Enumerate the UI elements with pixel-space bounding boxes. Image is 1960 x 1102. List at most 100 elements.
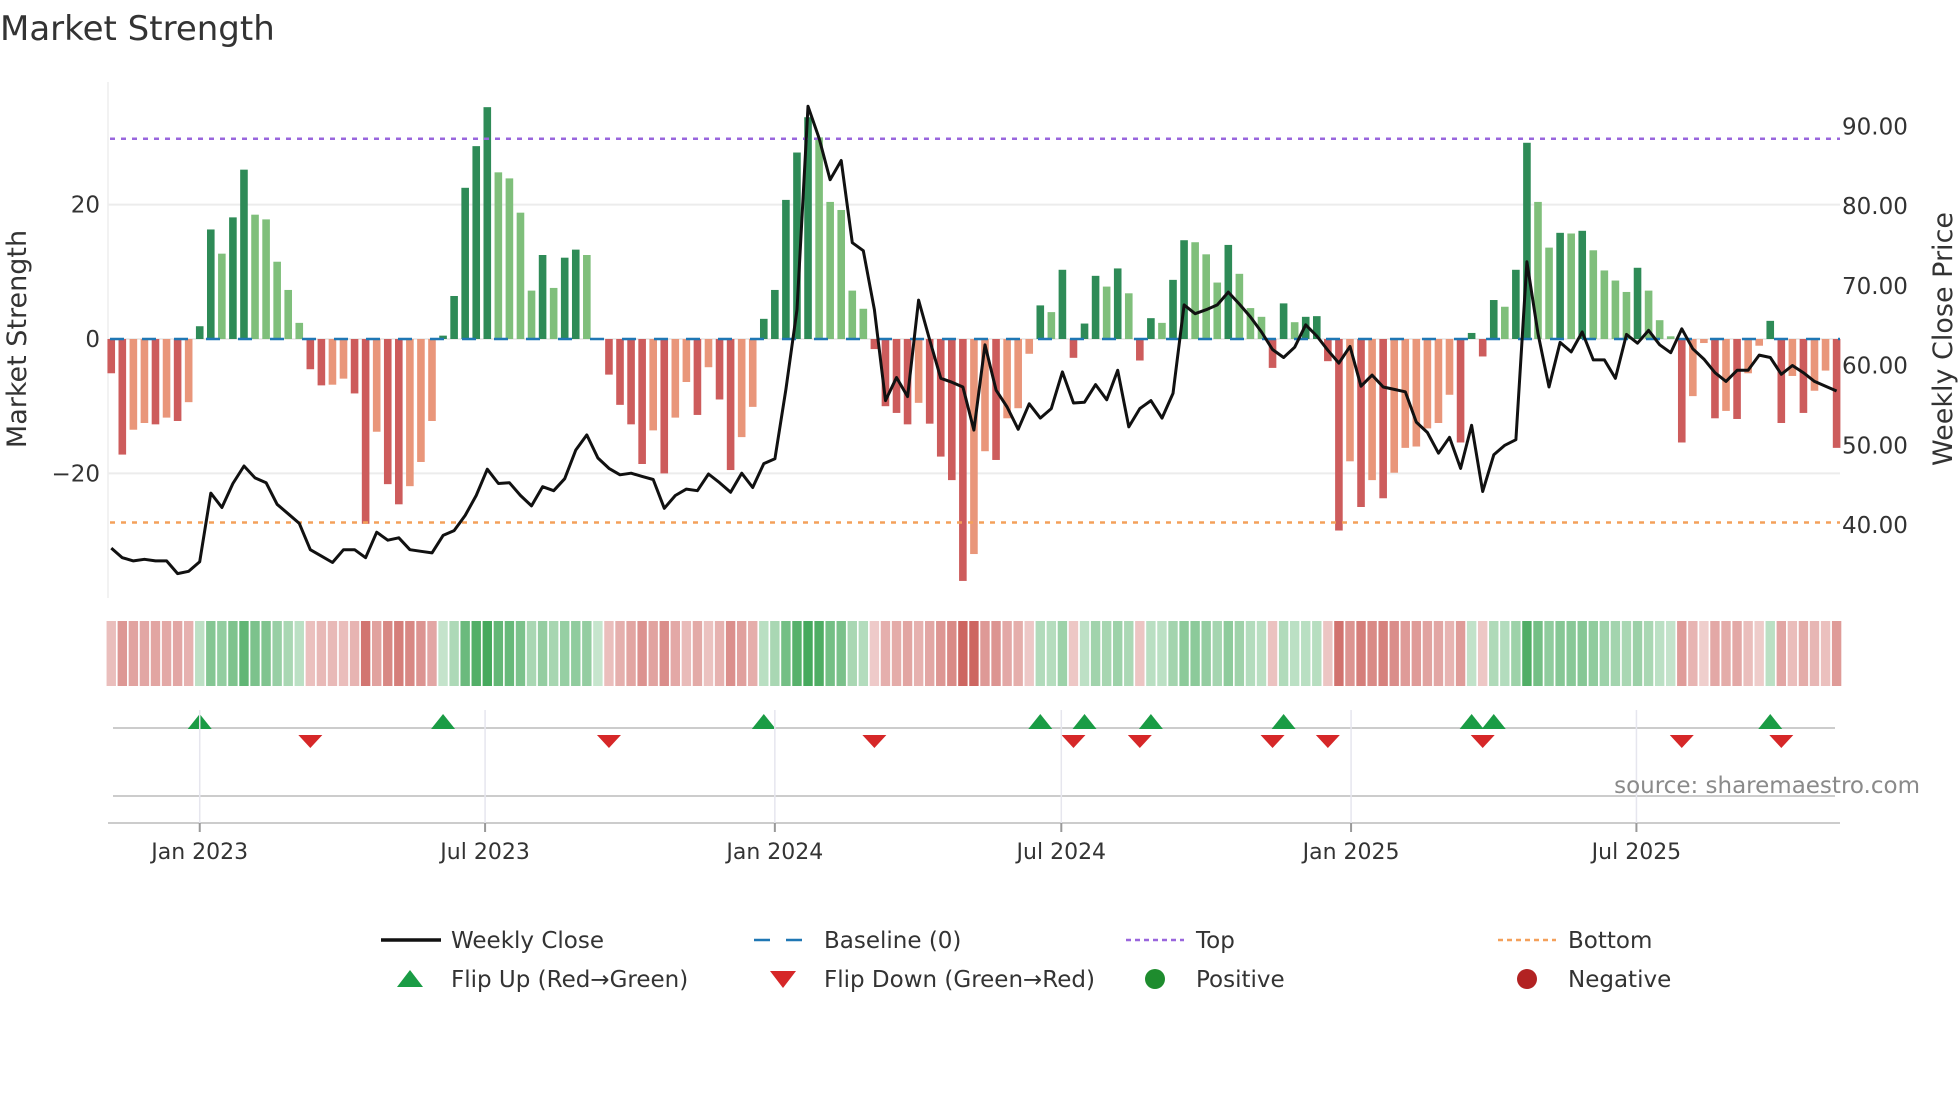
strip-cell [471, 621, 481, 686]
strip-cell [1378, 621, 1388, 686]
strength-bar [1766, 320, 1775, 339]
strength-bar [1711, 339, 1719, 419]
strength-bar [1556, 232, 1564, 339]
strength-bar [1733, 339, 1741, 419]
strip-cell [582, 621, 592, 686]
strip-cell [416, 621, 426, 686]
strength-bar [1124, 293, 1133, 339]
strip-cell [239, 621, 249, 686]
strip-cell [980, 621, 990, 686]
strength-bar [1158, 322, 1166, 339]
legend-label: Flip Down (Green→Red) [824, 967, 1095, 993]
strip-cell [736, 621, 747, 686]
y2-tick-label: 70.00 [1842, 274, 1908, 300]
strength-bar [715, 339, 724, 400]
strip-cell [1278, 621, 1289, 686]
circle-swatch [1517, 969, 1537, 989]
strip-cell [316, 621, 327, 686]
circle-icon [1145, 969, 1165, 989]
strength-bar [1136, 339, 1144, 361]
flip-down-marker [862, 735, 887, 748]
flip-markers-lane [113, 714, 1835, 797]
strip-cell [1422, 621, 1433, 686]
flip-up-marker [431, 714, 456, 729]
strip-cell [991, 621, 1001, 686]
strength-bar [782, 199, 790, 339]
strength-bar [218, 253, 226, 339]
strength-bar [1368, 339, 1376, 481]
strip-cell [1743, 621, 1753, 686]
strip-cell [261, 621, 271, 686]
strength-bar [638, 339, 646, 464]
strip-cell [1820, 621, 1831, 686]
flip-up-marker [1271, 714, 1296, 729]
strip-cell [615, 621, 625, 686]
strip-cell [327, 621, 338, 686]
strip-cell [604, 621, 614, 686]
strip-cell [1190, 621, 1200, 686]
x-tick-label: Jan 2025 [1301, 840, 1400, 865]
strength-bar [107, 339, 116, 374]
strip-cell [1511, 621, 1521, 686]
legend-label: Negative [1568, 967, 1671, 993]
circle-icon [1517, 969, 1537, 989]
strength-bar [1722, 339, 1730, 411]
x-tick-label: Jul 2024 [1015, 840, 1107, 865]
strip-cell [759, 621, 769, 686]
strip-cell [1024, 621, 1034, 686]
market-strength-chart: Market Strength 20 0 −20 90.00 80.00 70.00 60… [0, 9, 1959, 993]
strip-cell [1699, 621, 1709, 686]
strength-bar [936, 339, 945, 457]
flip-down-marker [1127, 735, 1152, 748]
strength-bar [1102, 286, 1111, 339]
strip-cell [1345, 621, 1355, 686]
strength-bar [1091, 275, 1100, 339]
strip-cell [493, 621, 504, 686]
strength-bar [1788, 339, 1797, 376]
strip-cell [1267, 621, 1278, 686]
strength-bar [162, 339, 171, 418]
strength-bar [737, 339, 746, 438]
strip-cell [1588, 621, 1598, 686]
strength-bar [372, 339, 381, 432]
strip-cell [1356, 621, 1366, 686]
strip-cell [1223, 621, 1234, 686]
strength-bar [616, 339, 624, 405]
strip-cell [449, 621, 459, 686]
strip-cell [1400, 621, 1410, 686]
strip-cell [593, 621, 603, 686]
strip-cell [371, 621, 382, 686]
strength-bar [1611, 280, 1620, 339]
strip-cell [626, 621, 636, 686]
triangle-up-icon [397, 970, 423, 987]
strength-bar [472, 146, 481, 339]
strength-bar [1357, 339, 1365, 507]
strip-cell [1179, 621, 1189, 686]
strip-cell [880, 621, 891, 686]
strength-bar [914, 339, 923, 403]
strength-bar [406, 339, 414, 487]
strip-cell [637, 621, 647, 686]
flip-up-marker [1481, 714, 1506, 729]
y2-tick-label: 50.00 [1842, 433, 1908, 459]
strip-cell [1245, 621, 1256, 686]
strength-bar [826, 201, 834, 339]
strip-cell [1168, 621, 1178, 686]
strip-cell [1046, 621, 1057, 686]
strip-cell [139, 621, 150, 686]
strength-bar [1655, 320, 1664, 339]
strength-bar [151, 339, 160, 425]
strength-bar [262, 219, 270, 339]
strength-bar [771, 289, 779, 339]
strip-cell [161, 621, 172, 686]
strip-cell [117, 621, 128, 686]
strength-bar [383, 339, 392, 485]
strip-cell [858, 621, 869, 686]
legend-label: Bottom [1568, 928, 1652, 954]
strength-bar [959, 339, 967, 581]
strip-cell [1256, 621, 1267, 686]
strength-bar [1390, 339, 1399, 473]
strength-bar [251, 214, 259, 339]
x-axis: Jan 2023 Jul 2023 Jan 2024 Jul 2024 Jan 2025… [108, 710, 1840, 865]
right-axis-label: Weekly Close Price [1928, 212, 1959, 466]
